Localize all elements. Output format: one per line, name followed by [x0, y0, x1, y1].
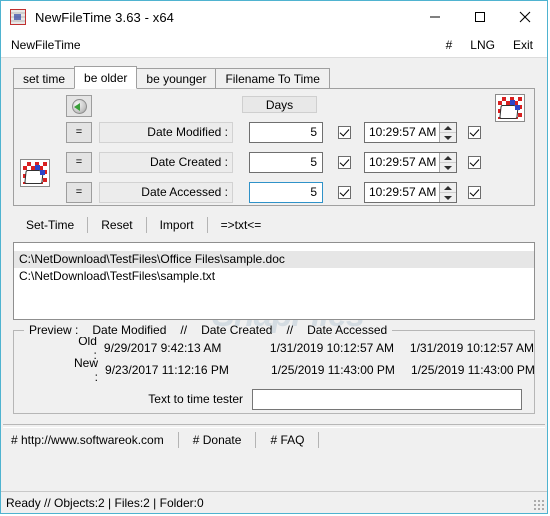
preview-new-label: New : [74, 356, 99, 384]
equals-button-accessed[interactable]: = [66, 181, 92, 203]
preview-legend: Preview : Date Modified // Date Created // Da… [24, 323, 393, 337]
link-bar: # http://www.softwareok.com # Donate # F… [1, 428, 547, 452]
time-spinner-accessed[interactable] [439, 182, 456, 202]
menu-item-app-name[interactable]: NewFileTime [1, 38, 81, 52]
link-separator [318, 432, 320, 448]
preview-group: Preview : Date Modified // Date Created // Da… [13, 323, 535, 414]
label-date-accessed: Date Accessed : [99, 181, 233, 203]
link-separator [255, 432, 257, 448]
menu-right-group: # LNG Exit [446, 38, 547, 52]
client-area: WSnapFiles set time be older be younger … [1, 58, 547, 491]
set-time-button[interactable]: Set-Time [13, 218, 87, 232]
minimize-button[interactable] [412, 1, 457, 33]
checkbox-created-days[interactable] [338, 155, 351, 169]
days-input-modified[interactable]: 5 [249, 121, 323, 143]
days-input-accessed[interactable]: 5 [249, 181, 323, 203]
tab-be-older[interactable]: be older [74, 66, 138, 89]
menu-item-hash[interactable]: # [446, 38, 453, 52]
checkbox-accessed-time[interactable] [468, 185, 481, 199]
link-separator [177, 432, 179, 448]
text-to-time-tester-row: Text to time tester [14, 387, 522, 411]
reset-button[interactable]: Reset [88, 218, 145, 232]
time-value-accessed: 10:29:57 AM [369, 184, 437, 199]
row-date-created: = Date Created : 5 10:29:57 AM [66, 151, 481, 173]
menu-bar: NewFileTime # LNG Exit [1, 33, 547, 58]
preview-legend-prefix: Preview : [29, 323, 79, 337]
time-spinner-created[interactable] [439, 152, 456, 172]
label-date-created: Date Created : [99, 151, 233, 173]
equals-button-created[interactable]: = [66, 151, 92, 173]
tab-bar: set time be older be younger Filename To… [13, 66, 547, 89]
checkbox-accessed-days[interactable] [338, 185, 351, 199]
time-field-modified[interactable]: 10:29:57 AM [364, 121, 457, 143]
application-window: NewFileTime 3.63 - x64 NewFileTime # LNG… [0, 0, 548, 514]
row-date-accessed: = Date Accessed : 5 10:29:57 AM [66, 181, 481, 203]
tab-be-younger[interactable]: be younger [136, 68, 217, 88]
maximize-button[interactable] [457, 1, 502, 33]
days-column-header: Days [242, 96, 317, 113]
time-field-accessed[interactable]: 10:29:57 AM [364, 181, 457, 203]
import-button[interactable]: Import [147, 218, 207, 232]
checkbox-modified-time[interactable] [468, 125, 481, 139]
red-grid-hand-icon-right[interactable] [495, 94, 525, 122]
preview-new-accessed: 1/25/2019 11:43:00 PM [411, 363, 535, 377]
spinner-up-icon[interactable] [440, 123, 456, 133]
window-title: NewFileTime 3.63 - x64 [35, 9, 174, 25]
time-field-created[interactable]: 10:29:57 AM [364, 151, 457, 173]
preview-legend-col1: Date Modified [92, 323, 167, 337]
export-txt-button[interactable]: =>txt<= [208, 218, 275, 232]
preview-new-created: 1/25/2019 11:43:00 PM [271, 363, 395, 377]
app-icon [10, 9, 26, 25]
preview-legend-col2: Date Created [201, 323, 273, 337]
checkbox-modified-days[interactable] [338, 125, 351, 139]
preview-legend-sep1: // [180, 323, 188, 337]
preview-old-created: 1/31/2019 10:12:57 AM [269, 341, 394, 355]
spinner-up-icon[interactable] [440, 153, 456, 163]
be-older-panel: Days = Date Modified : 5 10:29:57 AM = D… [13, 88, 535, 206]
tab-filename-to-time[interactable]: Filename To Time [215, 68, 330, 88]
row-date-modified: = Date Modified : 5 10:29:57 AM [66, 121, 481, 143]
link-website[interactable]: # http://www.softwareok.com [11, 433, 178, 447]
file-list[interactable]: C:\NetDownload\TestFiles\Office Files\sa… [13, 242, 535, 320]
action-toolbar: Set-Time Reset Import =>txt<= [13, 214, 547, 236]
resize-grip-icon[interactable] [533, 499, 544, 510]
window-controls [412, 1, 547, 33]
preview-old-accessed: 1/31/2019 10:12:57 AM [409, 341, 534, 355]
preview-row-new: New : 9/23/2017 11:12:16 PM 1/25/2019 11… [14, 356, 535, 384]
list-item[interactable]: C:\NetDownload\TestFiles\Office Files\sa… [14, 251, 534, 268]
menu-item-language[interactable]: LNG [470, 38, 495, 52]
preview-new-modified: 9/23/2017 11:12:16 PM [105, 363, 229, 377]
title-bar: NewFileTime 3.63 - x64 [1, 1, 547, 33]
close-button[interactable] [502, 1, 547, 33]
spinner-up-icon[interactable] [440, 183, 456, 193]
link-faq[interactable]: # FAQ [270, 433, 318, 447]
time-value-created: 10:29:57 AM [369, 154, 437, 169]
status-text: Ready // Objects:2 | Files:2 | Folder:0 [6, 495, 204, 510]
days-input-created[interactable]: 5 [249, 151, 323, 173]
text-to-time-tester-label: Text to time tester [148, 392, 243, 406]
text-to-time-tester-input[interactable] [252, 388, 522, 410]
checkbox-created-time[interactable] [468, 155, 481, 169]
refresh-globe-button[interactable] [66, 95, 92, 117]
preview-legend-sep2: // [286, 323, 294, 337]
preview-old-modified: 9/29/2017 9:42:13 AM [103, 341, 222, 355]
globe-refresh-icon [71, 98, 87, 114]
spinner-down-icon[interactable] [440, 163, 456, 172]
time-value-modified: 10:29:57 AM [369, 124, 437, 139]
preview-legend-col3: Date Accessed [307, 323, 388, 337]
equals-button-modified[interactable]: = [66, 121, 92, 143]
list-item[interactable]: C:\NetDownload\TestFiles\sample.txt [14, 268, 534, 285]
tab-set-time[interactable]: set time [13, 68, 76, 88]
spinner-down-icon[interactable] [440, 133, 456, 142]
red-grid-hand-icon-left[interactable] [20, 159, 50, 187]
spinner-down-icon[interactable] [440, 193, 456, 202]
menu-item-exit[interactable]: Exit [513, 38, 533, 52]
link-donate[interactable]: # Donate [193, 433, 256, 447]
label-date-modified: Date Modified : [99, 121, 233, 143]
status-bar: Ready // Objects:2 | Files:2 | Folder:0 [1, 491, 547, 513]
time-spinner-modified[interactable] [439, 122, 456, 142]
